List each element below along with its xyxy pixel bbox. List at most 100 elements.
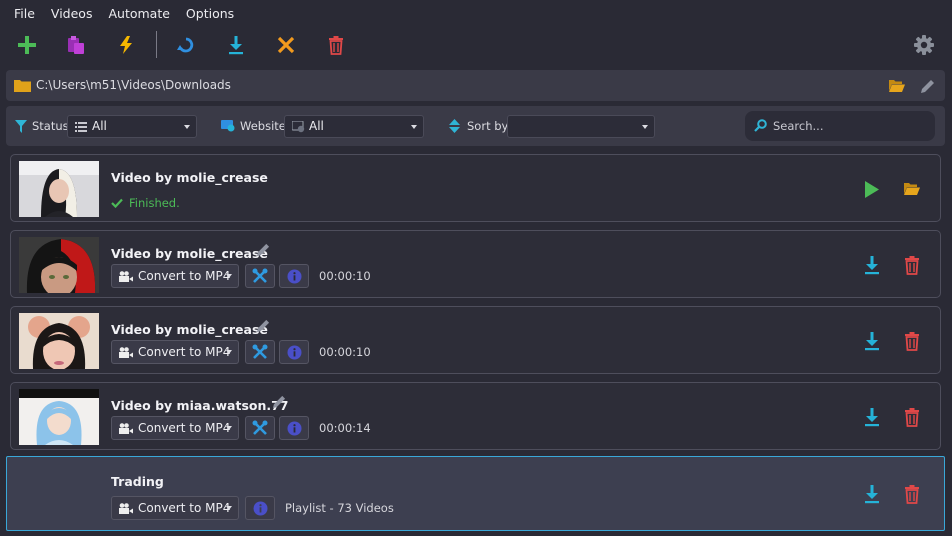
chevron-down-icon bbox=[226, 274, 232, 278]
delete-button[interactable] bbox=[900, 253, 924, 277]
info-button[interactable] bbox=[279, 340, 309, 364]
download-item[interactable]: Video by miaa.watson.77 Convert to MP4 0… bbox=[10, 382, 941, 450]
menu-options[interactable]: Options bbox=[178, 0, 242, 28]
play-button[interactable] bbox=[860, 177, 884, 201]
search-icon bbox=[754, 119, 767, 132]
download-icon bbox=[865, 332, 879, 351]
tools-button[interactable] bbox=[245, 264, 275, 288]
download-button[interactable] bbox=[860, 329, 884, 353]
playlist-info: Playlist - 73 Videos bbox=[285, 501, 394, 515]
lightning-icon bbox=[120, 36, 132, 54]
convert-format-select[interactable]: Convert to MP4 bbox=[111, 496, 239, 520]
add-icon bbox=[18, 36, 36, 54]
info-icon bbox=[287, 421, 301, 435]
tools-icon bbox=[252, 420, 268, 435]
rename-pencil-icon[interactable] bbox=[272, 395, 286, 409]
folder-icon bbox=[14, 80, 31, 92]
chevron-down-icon bbox=[184, 125, 190, 129]
search-input[interactable] bbox=[773, 117, 923, 135]
convert-format-label: Convert to MP4 bbox=[138, 345, 231, 359]
video-title: Video by miaa.watson.77 bbox=[111, 398, 289, 413]
paste-icon bbox=[68, 36, 84, 54]
sort-select[interactable] bbox=[507, 115, 655, 138]
refresh-button[interactable] bbox=[171, 30, 201, 60]
download-icon bbox=[865, 256, 879, 275]
delete-icon bbox=[905, 332, 919, 351]
website-filter-select[interactable]: All bbox=[284, 115, 424, 138]
open-folder-button[interactable] bbox=[885, 74, 909, 98]
download-button[interactable] bbox=[860, 482, 884, 506]
convert-format-label: Convert to MP4 bbox=[138, 269, 231, 283]
chevron-down-icon bbox=[226, 426, 232, 430]
delete-button[interactable] bbox=[900, 405, 924, 429]
info-icon bbox=[253, 501, 267, 515]
auto-download-button[interactable] bbox=[111, 30, 141, 60]
website-filter-label: Website bbox=[240, 119, 286, 133]
pencil-icon bbox=[920, 79, 934, 93]
tools-button[interactable] bbox=[245, 340, 275, 364]
download-icon bbox=[865, 408, 879, 427]
download-button[interactable] bbox=[860, 253, 884, 277]
download-item-playlist[interactable]: Trading Convert to MP4 Playlist - 73 Vid… bbox=[6, 456, 945, 531]
checkmark-icon bbox=[111, 198, 123, 208]
convert-format-select[interactable]: Convert to MP4 bbox=[111, 264, 239, 288]
download-icon bbox=[229, 36, 243, 55]
video-thumbnail bbox=[19, 313, 99, 369]
chevron-down-icon bbox=[642, 125, 648, 129]
refresh-icon bbox=[177, 37, 194, 53]
convert-format-label: Convert to MP4 bbox=[138, 501, 231, 515]
video-thumbnail bbox=[19, 161, 99, 217]
download-item[interactable]: Video by molie_crease Finished. bbox=[10, 154, 941, 222]
tools-icon bbox=[252, 268, 268, 283]
video-camera-icon bbox=[119, 271, 133, 282]
info-icon bbox=[287, 269, 301, 283]
open-folder-icon bbox=[904, 183, 920, 195]
status-finished: Finished. bbox=[111, 196, 180, 210]
sort-icon bbox=[449, 119, 460, 133]
filter-bar: Status All Website All Sort by bbox=[6, 106, 945, 146]
globe-icon bbox=[292, 121, 305, 133]
download-item[interactable]: Video by molie_crease Convert to MP4 00:… bbox=[10, 230, 941, 298]
status-filter-select[interactable]: All bbox=[67, 115, 197, 138]
menu-automate[interactable]: Automate bbox=[100, 0, 177, 28]
list-icon bbox=[75, 122, 87, 132]
delete-button[interactable] bbox=[900, 482, 924, 506]
menu-videos[interactable]: Videos bbox=[43, 0, 101, 28]
website-icon bbox=[221, 120, 235, 132]
open-folder-icon bbox=[889, 80, 905, 92]
sort-label: Sort by bbox=[467, 119, 509, 133]
status-text: Finished. bbox=[129, 196, 180, 210]
toolbar bbox=[0, 28, 952, 62]
download-item[interactable]: Video by molie_crease Convert to MP4 00:… bbox=[10, 306, 941, 374]
open-folder-button[interactable] bbox=[900, 177, 924, 201]
info-icon bbox=[287, 345, 301, 359]
add-button[interactable] bbox=[12, 30, 42, 60]
video-camera-icon bbox=[119, 423, 133, 434]
info-button[interactable] bbox=[279, 416, 309, 440]
info-button[interactable] bbox=[245, 496, 275, 520]
edit-path-button[interactable] bbox=[915, 74, 939, 98]
download-all-button[interactable] bbox=[221, 30, 251, 60]
download-button[interactable] bbox=[860, 405, 884, 429]
paste-button[interactable] bbox=[61, 30, 91, 60]
delete-all-button[interactable] bbox=[321, 30, 351, 60]
rename-pencil-icon[interactable] bbox=[256, 243, 270, 257]
cancel-all-button[interactable] bbox=[271, 30, 301, 60]
video-title: Video by molie_crease bbox=[111, 322, 268, 337]
filter-icon bbox=[15, 120, 27, 133]
convert-format-label: Convert to MP4 bbox=[138, 421, 231, 435]
settings-button[interactable] bbox=[909, 30, 939, 60]
convert-format-select[interactable]: Convert to MP4 bbox=[111, 340, 239, 364]
rename-pencil-icon[interactable] bbox=[256, 319, 270, 333]
download-icon bbox=[865, 485, 879, 504]
menu-file[interactable]: File bbox=[6, 0, 43, 28]
convert-format-select[interactable]: Convert to MP4 bbox=[111, 416, 239, 440]
delete-button[interactable] bbox=[900, 329, 924, 353]
delete-icon bbox=[905, 408, 919, 427]
video-camera-icon bbox=[119, 503, 133, 514]
tools-button[interactable] bbox=[245, 416, 275, 440]
menu-bar: File Videos Automate Options bbox=[0, 0, 952, 28]
video-duration: 00:00:14 bbox=[319, 421, 371, 435]
info-button[interactable] bbox=[279, 264, 309, 288]
download-path: C:\Users\m51\Videos\Downloads bbox=[36, 78, 231, 92]
